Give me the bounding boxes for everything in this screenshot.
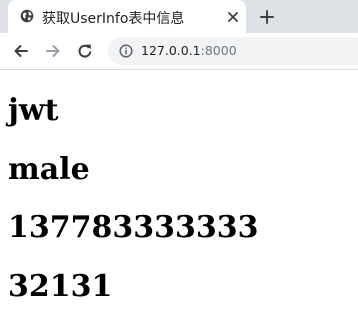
- arrow-right-icon[interactable]: [44, 42, 62, 60]
- globe-icon: [20, 9, 34, 23]
- plus-icon[interactable]: [259, 9, 275, 25]
- tab-strip: 获取UserInfo表中信息: [0, 0, 358, 33]
- browser-toolbar: 127.0.0.1:8000: [0, 33, 358, 70]
- gender-heading: male: [8, 152, 90, 187]
- tab-title: 获取UserInfo表中信息: [42, 11, 185, 27]
- info-icon[interactable]: [119, 44, 133, 58]
- page-content: jwt male 137783333333 32131: [0, 70, 358, 312]
- url-port: :8000: [200, 43, 237, 58]
- username-heading: jwt: [8, 93, 59, 128]
- address-bar[interactable]: 127.0.0.1:8000: [108, 37, 358, 65]
- phone-heading: 137783333333: [8, 210, 259, 245]
- url-host: 127.0.0.1: [141, 43, 201, 58]
- arrow-left-icon[interactable]: [12, 42, 30, 60]
- active-tab[interactable]: 获取UserInfo表中信息: [8, 0, 246, 33]
- close-icon[interactable]: [227, 11, 239, 23]
- reload-icon[interactable]: [76, 42, 94, 60]
- code-heading: 32131: [8, 269, 113, 304]
- url-text[interactable]: 127.0.0.1:8000: [141, 43, 237, 58]
